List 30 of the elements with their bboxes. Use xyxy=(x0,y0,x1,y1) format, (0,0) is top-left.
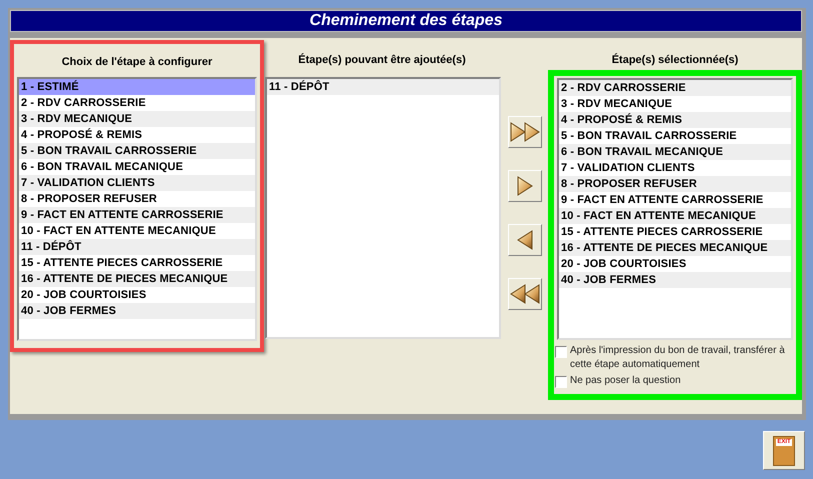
transfer-button[interactable] xyxy=(508,224,542,256)
checkbox[interactable] xyxy=(555,346,567,358)
list-item[interactable]: 9 - FACT EN ATTENTE CARROSSERIE xyxy=(19,207,255,223)
list-item[interactable]: 2 - RDV CARROSSERIE xyxy=(559,80,791,96)
double-left-arrow-icon xyxy=(509,283,541,305)
list-item[interactable]: 6 - BON TRAVAIL MECANIQUE xyxy=(559,144,791,160)
list-item[interactable]: 11 - DÉPÔT xyxy=(19,239,255,255)
double-right-arrow-icon xyxy=(509,121,541,143)
checkbox[interactable] xyxy=(555,376,567,388)
transfer-button[interactable] xyxy=(508,116,542,148)
list-item[interactable]: 10 - FACT EN ATTENTE MECANIQUE xyxy=(559,208,791,224)
list-item[interactable]: 7 - VALIDATION CLIENTS xyxy=(19,175,255,191)
list-item[interactable]: 40 - JOB FERMES xyxy=(19,303,255,319)
checkbox-label: Après l'impression du bon de travail, transférer à cette étape automatiquement xyxy=(570,344,786,372)
list-item[interactable]: 8 - PROPOSER REFUSER xyxy=(559,176,791,192)
checkbox-label: Ne pas poser la question xyxy=(570,374,681,388)
window-title: Cheminement des étapes xyxy=(10,10,802,32)
list-item[interactable]: 3 - RDV MECANIQUE xyxy=(19,111,255,127)
list-item[interactable]: 11 - DÉPÔT xyxy=(267,79,499,95)
list-item[interactable]: 5 - BON TRAVAIL CARROSSERIE xyxy=(19,143,255,159)
transfer-button[interactable] xyxy=(508,170,542,202)
transfer-button[interactable] xyxy=(508,278,542,310)
list-item[interactable]: 1 - ESTIMÉ xyxy=(19,79,255,95)
column-heading: Choix de l'étape à configurer xyxy=(62,55,212,70)
list-item[interactable]: 16 - ATTENTE DE PIECES MECANIQUE xyxy=(19,271,255,287)
list-item[interactable]: 4 - PROPOSÉ & REMIS xyxy=(559,112,791,128)
column-heading: Étape(s) pouvant être ajoutée(s) xyxy=(298,52,466,68)
column-heading: Étape(s) sélectionnée(s) xyxy=(612,52,738,68)
list-item[interactable]: 16 - ATTENTE DE PIECES MECANIQUE xyxy=(559,240,791,256)
list-item[interactable]: 40 - JOB FERMES xyxy=(559,272,791,288)
